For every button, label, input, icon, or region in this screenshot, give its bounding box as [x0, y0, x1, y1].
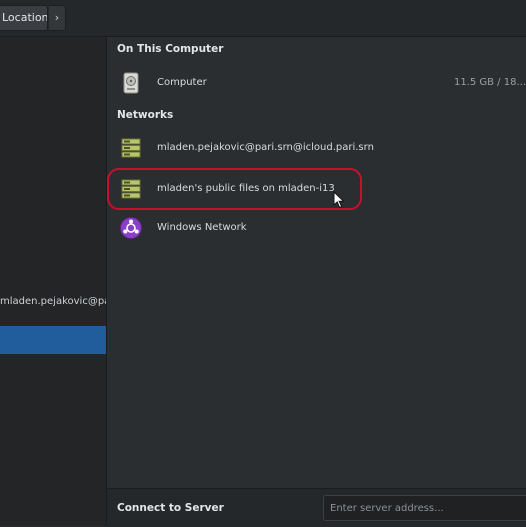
section-heading-on-this-computer: On This Computer: [117, 43, 224, 55]
disk-usage: 11.5 GB / 18...: [453, 77, 526, 88]
server-address-input[interactable]: [323, 495, 526, 521]
section-heading-networks: Networks: [117, 109, 174, 121]
windows-network-icon: [120, 217, 142, 239]
breadcrumb-forward-button[interactable]: ›: [49, 5, 66, 31]
location-row-computer[interactable]: Computer 11.5 GB / 18...: [107, 65, 526, 101]
sidebar-item-icloud[interactable]: mladen.pejakovic@pari.srn@icloud.p...: [0, 288, 106, 316]
network-row-windows[interactable]: Windows Network: [107, 210, 526, 246]
network-row-icloud[interactable]: mladen.pejakovic@pari.srn@icloud.pari.sr…: [107, 130, 526, 166]
connect-to-server-bar: Connect to Server: [107, 488, 526, 527]
network-label-windows: Windows Network: [157, 222, 247, 233]
sidebar-item-other-locations[interactable]: [0, 326, 106, 354]
location-label-computer: Computer: [157, 77, 207, 88]
header-bar: Locations ›: [0, 0, 526, 37]
locations-view: On This Computer Computer 11.5 GB / 18..…: [107, 37, 526, 488]
connect-to-server-label: Connect to Server: [117, 502, 224, 514]
highlight-ring: [107, 168, 362, 210]
breadcrumb-locations[interactable]: Locations: [0, 5, 48, 31]
network-label-icloud: mladen.pejakovic@pari.srn@icloud.pari.sr…: [157, 142, 374, 153]
mouse-pointer-icon: [333, 191, 345, 209]
sidebar: mladen.pejakovic@pari.srn@icloud.p...: [0, 37, 107, 526]
network-server-icon: [121, 138, 141, 158]
hard-drive-icon: [123, 72, 139, 94]
